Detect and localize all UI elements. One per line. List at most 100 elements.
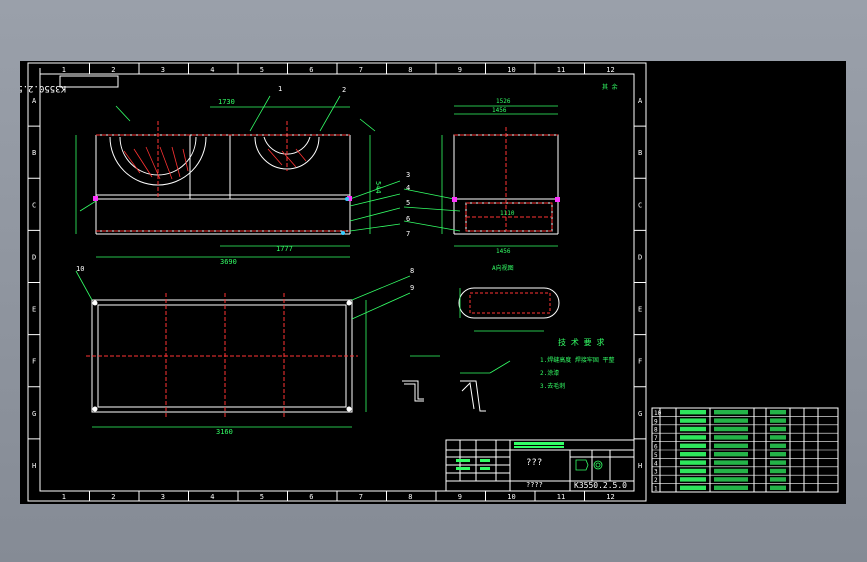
bom-cell-material <box>770 468 786 474</box>
technical-requirements: 技 术 要 求 1.焊缝高度 焊接牢固 平整 2.涂漆 3.去毛刺 <box>540 337 614 390</box>
part-balloon: 7 <box>406 230 410 238</box>
dim-bottom-width: 1456 <box>496 248 511 255</box>
title-block: ??? ???? K3550.2.5.0 <box>445 439 635 492</box>
tech-req-line-3: 3.去毛刺 <box>540 382 565 390</box>
drawing-number-stamp: K3550.2.5.0 <box>20 75 119 93</box>
part-balloon: 10 <box>76 265 84 273</box>
grid-row-label: F <box>32 358 36 366</box>
grid-col-label: 9 <box>458 66 462 74</box>
part-balloons: 1 2 3 4 5 6 7 8 9 10 <box>76 85 414 292</box>
grid-col-label: 12 <box>606 493 614 501</box>
dim-side-width: 1526 <box>496 98 511 105</box>
bom-cell-name <box>714 477 748 482</box>
bom-row-number: 9 <box>654 418 658 425</box>
bom-cell-name <box>714 410 748 415</box>
a-direction-view: A向视图 <box>458 264 560 332</box>
bom-cell-material <box>770 418 786 423</box>
detail-sections <box>402 380 486 412</box>
dim-overall-length: 3690 <box>220 258 237 266</box>
bom-cell-name <box>714 443 748 448</box>
grid-col-label: 11 <box>557 66 565 74</box>
bom-cell-name <box>714 468 748 474</box>
tech-req-line-1: 1.焊缝高度 焊接牢固 平整 <box>540 356 614 364</box>
part-balloon: 2 <box>342 86 346 94</box>
grid-row-label: C <box>32 201 36 209</box>
grid-row-label: F <box>638 358 642 366</box>
bom-cell-code <box>680 468 706 474</box>
bom-cell-material <box>770 460 786 465</box>
tech-req-line-2: 2.涂漆 <box>540 369 559 377</box>
section-label: A向视图 <box>492 264 514 272</box>
grid-col-label: 11 <box>557 493 565 501</box>
drawing-frame <box>27 62 647 502</box>
bom-row-number: 7 <box>654 435 658 442</box>
bom-cell-material <box>770 452 786 457</box>
dim-1730: 1730 <box>218 98 235 106</box>
bom-row-number: 1 <box>654 486 658 493</box>
bom-cell-name <box>714 418 748 423</box>
bom-table: 109 87 654 32 1 <box>651 407 839 493</box>
grid-col-label: 4 <box>210 66 214 74</box>
grid-col-label: 6 <box>309 493 313 501</box>
title-block-text: ??? <box>526 458 542 468</box>
bom-cell-code <box>680 460 706 465</box>
bom-cell-name <box>714 485 748 490</box>
bom-row-number: 10 <box>654 410 662 417</box>
bom-cell-name <box>714 460 748 465</box>
front-view: 3690 1777 1730 544 <box>75 95 401 266</box>
grid-col-label: 8 <box>408 493 412 501</box>
bom-cell-code <box>680 485 706 490</box>
part-balloon: 4 <box>406 184 410 192</box>
grid-row-label: D <box>32 253 36 261</box>
grid-labels: 112233445566778899101011111212A AB BC CD DE E… <box>28 63 646 501</box>
plan-view: 3160 <box>75 270 411 436</box>
grid-row-label: E <box>32 306 36 314</box>
dim-side-width-inner: 1456 <box>492 107 507 114</box>
drawing-number: K3550.2.5.0 <box>574 481 627 490</box>
grid-col-label: 5 <box>260 66 264 74</box>
grid-col-label: 12 <box>606 66 614 74</box>
grid-col-label: 1 <box>62 66 66 74</box>
part-balloon: 1 <box>278 85 282 93</box>
grid-col-label: 7 <box>359 493 363 501</box>
part-balloon: 9 <box>410 284 414 292</box>
grid-col-label: 2 <box>111 66 115 74</box>
dim-plate-length: 1110 <box>500 210 515 217</box>
side-view: 1526 1456 1456 1110 <box>403 98 560 255</box>
bom-cell-code <box>680 435 706 440</box>
grid-col-label: 7 <box>359 66 363 74</box>
grid-row-label: G <box>32 410 36 418</box>
title-block-text-2: ???? <box>526 481 543 489</box>
grid-row-label: C <box>638 201 642 209</box>
cad-drawing-canvas[interactable]: 1 1 2 2 3 3 4 4 5 5 6 6 7 7 8 8 9 9 10 10 11 11 12 12 A A B B C C D D E E… <box>20 61 846 504</box>
bom-cell-material <box>770 443 786 448</box>
bom-cell-material <box>770 426 786 432</box>
part-balloon: 8 <box>410 267 414 275</box>
grid-row-label: A <box>638 97 643 105</box>
bom-cell-material <box>770 485 786 490</box>
part-balloon: 5 <box>406 199 410 207</box>
grid-col-label: 2 <box>111 493 115 501</box>
grid-col-label: 3 <box>161 493 165 501</box>
bom-row-number: 5 <box>654 452 658 459</box>
bom-cell-code <box>680 477 706 482</box>
grid-col-label: 6 <box>309 66 313 74</box>
bom-cell-name <box>714 435 748 440</box>
bom-row-number: 2 <box>654 477 658 484</box>
bom-cell-code <box>680 452 706 457</box>
grid-col-label: 10 <box>507 66 515 74</box>
grid-col-label: 1 <box>62 493 66 501</box>
tech-req-title: 技 术 要 求 <box>558 337 604 347</box>
dim-plan-length: 3160 <box>216 428 233 436</box>
grid-col-label: 8 <box>408 66 412 74</box>
dim-inner-length: 1777 <box>276 245 293 253</box>
grid-row-label: B <box>32 149 36 157</box>
bom-cell-code <box>680 410 706 415</box>
dim-side-height: 544 <box>374 181 382 194</box>
grid-row-label: B <box>638 149 642 157</box>
grid-row-label: E <box>638 306 642 314</box>
grid-col-label: 3 <box>161 66 165 74</box>
bom-row-number: 8 <box>654 427 658 434</box>
grid-col-label: 10 <box>507 493 515 501</box>
grid-row-label: H <box>32 462 36 470</box>
